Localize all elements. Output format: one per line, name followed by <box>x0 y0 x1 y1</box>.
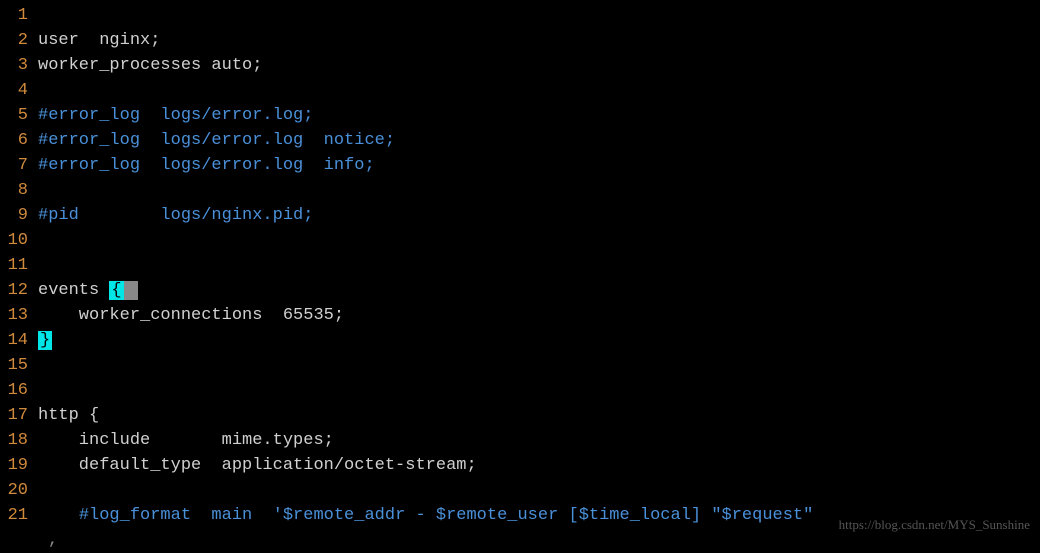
code-segment: } <box>38 331 52 350</box>
code-line[interactable] <box>38 178 1040 203</box>
code-segment: #log_format main '$remote_addr - $remote… <box>79 506 814 525</box>
line-number: 14 <box>0 328 28 353</box>
line-number: 2 <box>0 28 28 53</box>
code-segment: default_type application/octet-stream; <box>38 456 477 475</box>
code-line[interactable]: #error_log logs/error.log notice; <box>38 128 1040 153</box>
code-line[interactable] <box>38 228 1040 253</box>
code-line[interactable] <box>38 378 1040 403</box>
code-segment: #error_log logs/error.log; <box>38 106 313 125</box>
code-line[interactable] <box>38 478 1040 503</box>
line-number: 13 <box>0 303 28 328</box>
code-line[interactable]: include mime.types; <box>38 428 1040 453</box>
code-segment: #error_log logs/error.log notice; <box>38 131 395 150</box>
code-line[interactable]: worker_connections 65535; <box>38 303 1040 328</box>
line-number: 19 <box>0 453 28 478</box>
code-line[interactable] <box>38 3 1040 28</box>
line-number: 1 <box>0 3 28 28</box>
line-number: 8 <box>0 178 28 203</box>
code-segment: http { <box>38 406 99 425</box>
code-line[interactable]: #error_log logs/error.log; <box>38 103 1040 128</box>
line-number: 3 <box>0 53 28 78</box>
line-number: 17 <box>0 403 28 428</box>
line-number: 7 <box>0 153 28 178</box>
line-number: 10 <box>0 228 28 253</box>
code-area[interactable]: user nginx; worker_processes auto; #error_… <box>38 3 1040 528</box>
continuation-indicator: , <box>0 528 1040 553</box>
code-editor[interactable]: 123456789101112131415161718192021 user n… <box>0 0 1040 528</box>
code-line[interactable] <box>38 78 1040 103</box>
line-number: 16 <box>0 378 28 403</box>
code-segment: events <box>38 281 109 300</box>
code-segment: #pid logs/nginx.pid; <box>38 206 313 225</box>
line-number: 12 <box>0 278 28 303</box>
code-line[interactable]: default_type application/octet-stream; <box>38 453 1040 478</box>
code-segment: worker_connections 65535; <box>38 306 344 325</box>
code-segment <box>38 506 79 525</box>
line-number: 9 <box>0 203 28 228</box>
code-segment <box>124 281 138 300</box>
code-line[interactable] <box>38 253 1040 278</box>
line-number: 15 <box>0 353 28 378</box>
code-line[interactable]: events { <box>38 278 1040 303</box>
code-line[interactable]: http { <box>38 403 1040 428</box>
code-segment: #error_log logs/error.log info; <box>38 156 375 175</box>
line-number: 6 <box>0 128 28 153</box>
line-number: 21 <box>0 503 28 528</box>
code-line[interactable] <box>38 353 1040 378</box>
code-line[interactable]: #log_format main '$remote_addr - $remote… <box>38 503 1040 528</box>
line-number: 5 <box>0 103 28 128</box>
code-line[interactable]: } <box>38 328 1040 353</box>
code-line[interactable]: #pid logs/nginx.pid; <box>38 203 1040 228</box>
code-segment: user nginx; <box>38 31 160 50</box>
code-line[interactable]: user nginx; <box>38 28 1040 53</box>
code-segment: { <box>109 281 123 300</box>
gutter: 123456789101112131415161718192021 <box>0 3 38 528</box>
line-number: 18 <box>0 428 28 453</box>
code-line[interactable]: #error_log logs/error.log info; <box>38 153 1040 178</box>
line-number: 4 <box>0 78 28 103</box>
line-number: 20 <box>0 478 28 503</box>
code-segment: include mime.types; <box>38 431 334 450</box>
line-number: 11 <box>0 253 28 278</box>
code-line[interactable]: worker_processes auto; <box>38 53 1040 78</box>
code-segment: worker_processes auto; <box>38 56 262 75</box>
